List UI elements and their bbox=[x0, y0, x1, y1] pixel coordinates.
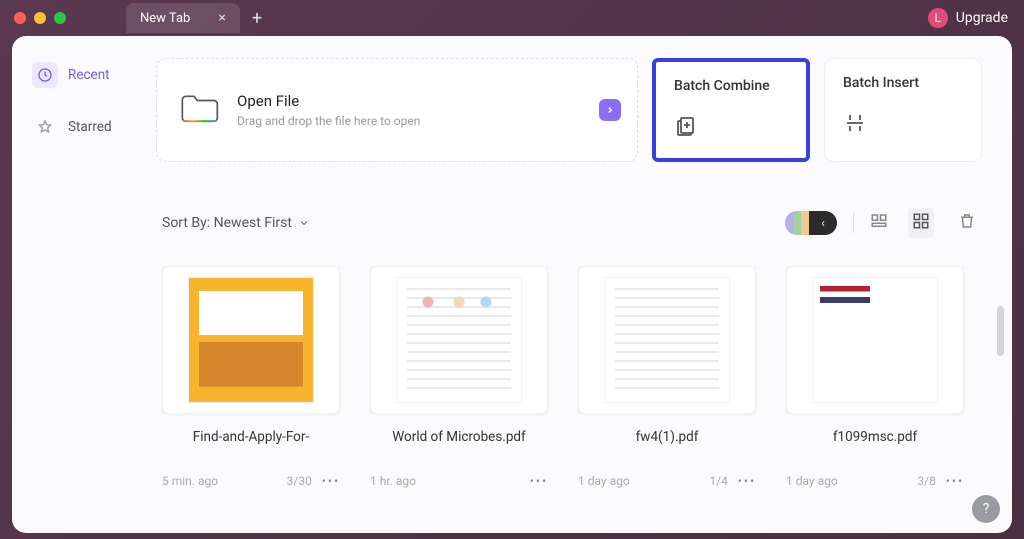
files-grid: Find-and-Apply-For- 5 min. ago 3/30 ••• … bbox=[156, 266, 982, 488]
help-button[interactable]: ? bbox=[972, 495, 1000, 523]
file-time: 1 hr. ago bbox=[370, 474, 416, 488]
more-options-button[interactable]: ••• bbox=[946, 474, 964, 488]
scrollbar-thumb[interactable] bbox=[997, 306, 1004, 356]
sort-dropdown[interactable]: Sort By: Newest First bbox=[162, 215, 310, 231]
avatar[interactable]: L bbox=[928, 8, 948, 28]
sidebar: Recent Starred bbox=[12, 36, 140, 533]
open-file-texts: Open File Drag and drop the file here to… bbox=[237, 92, 420, 128]
file-thumbnail[interactable] bbox=[578, 266, 756, 414]
sidebar-item-starred[interactable]: Starred bbox=[22, 106, 130, 148]
content-area: Open File Drag and drop the file here to… bbox=[140, 36, 1012, 533]
add-tab-button[interactable]: + bbox=[252, 8, 262, 29]
sort-label-text: Sort By: Newest First bbox=[162, 215, 292, 231]
upgrade-area[interactable]: L Upgrade bbox=[928, 8, 1008, 28]
file-pages: 3/8 bbox=[917, 474, 935, 488]
file-thumbnail[interactable] bbox=[162, 266, 340, 414]
file-meta: 1 day ago 3/8 ••• bbox=[786, 474, 964, 488]
combine-icon bbox=[674, 114, 788, 142]
tab-new[interactable]: New Tab × bbox=[126, 3, 240, 33]
more-options-button[interactable]: ••• bbox=[322, 474, 340, 488]
sidebar-item-recent[interactable]: Recent bbox=[22, 54, 130, 96]
open-file-title: Open File bbox=[237, 92, 420, 110]
folder-icon bbox=[179, 91, 219, 129]
batch-card-title: Batch Insert bbox=[843, 75, 963, 91]
sort-bar: Sort By: Newest First bbox=[156, 208, 982, 238]
more-options-button[interactable]: ••• bbox=[530, 474, 548, 488]
top-cards: Open File Drag and drop the file here to… bbox=[156, 58, 982, 162]
file-meta: 1 hr. ago ••• bbox=[370, 474, 548, 488]
tab-title: New Tab bbox=[140, 11, 190, 26]
file-name: Find-and-Apply-For- bbox=[162, 428, 340, 464]
file-card[interactable]: World of Microbes.pdf 1 hr. ago ••• bbox=[370, 266, 548, 488]
chevron-down-icon bbox=[298, 217, 310, 229]
window-controls bbox=[14, 12, 66, 24]
sidebar-item-label: Starred bbox=[68, 119, 112, 135]
help-icon: ? bbox=[983, 501, 990, 517]
maximize-window-button[interactable] bbox=[54, 12, 66, 24]
file-name: World of Microbes.pdf bbox=[370, 428, 548, 464]
file-card[interactable]: fw4(1).pdf 1 day ago 1/4 ••• bbox=[578, 266, 756, 488]
close-window-button[interactable] bbox=[14, 12, 26, 24]
file-time: 1 day ago bbox=[786, 474, 838, 488]
file-name: fw4(1).pdf bbox=[578, 428, 756, 464]
file-thumbnail[interactable] bbox=[786, 266, 964, 414]
sidebar-item-label: Recent bbox=[68, 67, 110, 83]
divider bbox=[853, 213, 854, 233]
file-pages: 1/4 bbox=[709, 474, 727, 488]
minimize-window-button[interactable] bbox=[34, 12, 46, 24]
file-time: 1 day ago bbox=[578, 474, 630, 488]
clock-icon bbox=[32, 62, 58, 88]
upgrade-label: Upgrade bbox=[956, 10, 1008, 26]
file-meta: 1 day ago 1/4 ••• bbox=[578, 474, 756, 488]
file-card[interactable]: Find-and-Apply-For- 5 min. ago 3/30 ••• bbox=[162, 266, 340, 488]
batch-card-title: Batch Combine bbox=[674, 78, 788, 94]
file-name: f1099msc.pdf bbox=[786, 428, 964, 464]
open-file-subtitle: Drag and drop the file here to open bbox=[237, 114, 420, 128]
close-tab-icon[interactable]: × bbox=[218, 10, 225, 26]
file-card[interactable]: f1099msc.pdf 1 day ago 3/8 ••• bbox=[786, 266, 964, 488]
list-view-button[interactable] bbox=[870, 212, 888, 234]
open-file-arrow-button[interactable] bbox=[599, 99, 621, 121]
titlebar: New Tab × + L Upgrade bbox=[0, 0, 1024, 36]
more-options-button[interactable]: ••• bbox=[738, 474, 756, 488]
file-thumbnail[interactable] bbox=[370, 266, 548, 414]
insert-icon bbox=[843, 111, 963, 139]
star-icon bbox=[32, 114, 58, 140]
app-surface: Recent Starred Open File bbox=[12, 36, 1012, 533]
open-file-card[interactable]: Open File Drag and drop the file here to… bbox=[156, 58, 638, 162]
grid-view-button[interactable] bbox=[908, 208, 934, 238]
file-meta: 5 min. ago 3/30 ••• bbox=[162, 474, 340, 488]
batch-insert-card[interactable]: Batch Insert bbox=[824, 58, 982, 162]
batch-combine-card[interactable]: Batch Combine bbox=[652, 58, 810, 162]
trash-button[interactable] bbox=[958, 212, 976, 234]
collapse-tags-icon[interactable] bbox=[809, 211, 837, 235]
file-pages: 3/30 bbox=[287, 474, 312, 488]
color-tag-filter[interactable] bbox=[785, 211, 837, 235]
file-time: 5 min. ago bbox=[162, 474, 218, 488]
